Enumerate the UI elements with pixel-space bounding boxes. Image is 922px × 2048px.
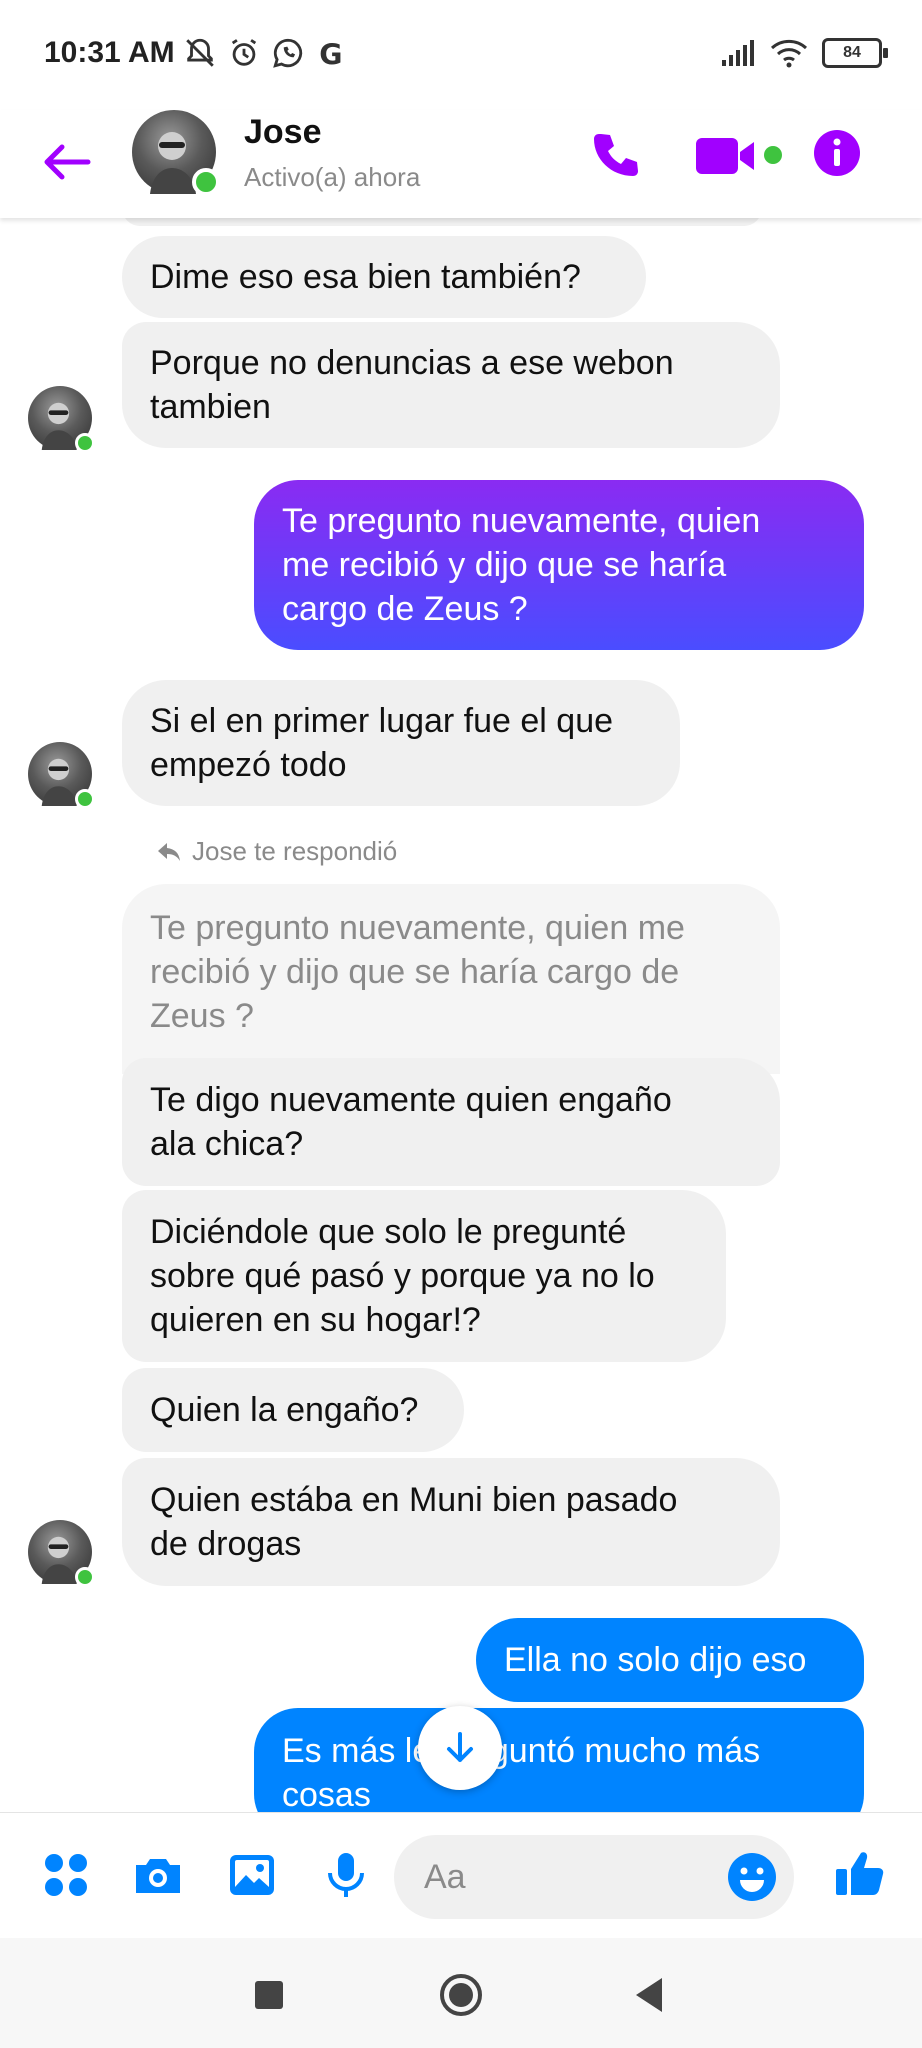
message-input[interactable] bbox=[422, 1856, 706, 1898]
status-notification-icons: G bbox=[183, 36, 349, 70]
back-icon[interactable] bbox=[628, 1972, 674, 2018]
reply-arrow-icon bbox=[158, 842, 180, 861]
video-call-icon[interactable] bbox=[694, 130, 764, 182]
contact-avatar[interactable] bbox=[132, 110, 220, 196]
phone-call-icon[interactable] bbox=[584, 126, 644, 186]
message-bubble[interactable]: Te digo nuevamente quien engaño ala chic… bbox=[122, 1058, 780, 1186]
reply-label-text: Jose te respondió bbox=[192, 836, 398, 866]
camera-icon[interactable] bbox=[130, 1847, 186, 1903]
status-system-icons: 84 bbox=[720, 38, 888, 68]
google-icon: G bbox=[319, 38, 342, 70]
message-bubble-sent[interactable]: Ella no solo dijo eso bbox=[476, 1618, 864, 1702]
apps-icon[interactable] bbox=[38, 1847, 94, 1903]
video-active-dot bbox=[764, 146, 782, 164]
wifi-icon bbox=[770, 39, 808, 68]
alarm-icon bbox=[231, 39, 257, 66]
signal-icon bbox=[722, 40, 754, 66]
status-time: 10:31 AM bbox=[44, 36, 175, 69]
message-bubble[interactable]: Quien estába en Muni bien pasado de drog… bbox=[122, 1458, 780, 1586]
message-bubble[interactable]: Si el en primer lugar fue el que empezó … bbox=[122, 680, 680, 806]
info-icon[interactable] bbox=[812, 128, 862, 178]
chat-header: Jose Activo(a) ahora bbox=[0, 110, 922, 218]
message-composer bbox=[0, 1812, 922, 1939]
arrow-down-icon bbox=[447, 1732, 473, 1762]
message-bubble[interactable]: Dime eso esa bien también? bbox=[122, 236, 646, 318]
contact-message-avatar[interactable] bbox=[28, 742, 95, 809]
back-arrow-icon[interactable] bbox=[38, 134, 94, 190]
system-navigation-bar bbox=[0, 1938, 922, 2048]
contact-message-avatar[interactable] bbox=[28, 1520, 95, 1587]
gallery-icon[interactable] bbox=[224, 1847, 280, 1903]
message-bubble-sent[interactable]: Te pregunto nuevamente, quien me recibió… bbox=[254, 480, 864, 650]
whatsapp-icon bbox=[273, 38, 303, 68]
quoted-message[interactable]: Te pregunto nuevamente, quien me recibió… bbox=[122, 884, 780, 1074]
status-bar: 10:31 AM G 84 bbox=[0, 0, 922, 110]
thumbs-up-icon[interactable] bbox=[832, 1845, 888, 1901]
battery-icon: 84 bbox=[822, 38, 888, 68]
microphone-icon[interactable] bbox=[318, 1847, 374, 1903]
reply-label: Jose te respondió bbox=[156, 836, 397, 867]
message-bubble[interactable]: Porque no denuncias a ese webon tambien bbox=[122, 322, 780, 448]
contact-status: Activo(a) ahora bbox=[244, 162, 421, 192]
recents-icon[interactable] bbox=[246, 1972, 292, 2018]
notifications-off-icon bbox=[186, 38, 214, 67]
emoji-icon[interactable] bbox=[726, 1851, 778, 1903]
message-list[interactable]: Dime eso esa bien también? Porque no den… bbox=[0, 218, 922, 1812]
contact-name[interactable]: Jose bbox=[244, 113, 322, 152]
svg-text:G: G bbox=[319, 38, 342, 70]
online-indicator bbox=[75, 1567, 95, 1587]
message-bubble-sent[interactable]: Es más le preguntó mucho más cosas bbox=[254, 1708, 864, 1812]
message-input-container[interactable] bbox=[394, 1835, 794, 1919]
scroll-to-bottom-button[interactable] bbox=[418, 1706, 502, 1790]
message-bubble[interactable]: Diciéndole que solo le pregunté sobre qu… bbox=[122, 1190, 726, 1362]
online-indicator bbox=[75, 789, 95, 809]
message-bubble-partial bbox=[122, 218, 762, 226]
online-indicator bbox=[192, 168, 220, 196]
home-icon[interactable] bbox=[438, 1972, 484, 2018]
message-bubble[interactable]: Quien la engaño? bbox=[122, 1368, 464, 1452]
contact-message-avatar[interactable] bbox=[28, 386, 95, 453]
online-indicator bbox=[75, 433, 95, 453]
